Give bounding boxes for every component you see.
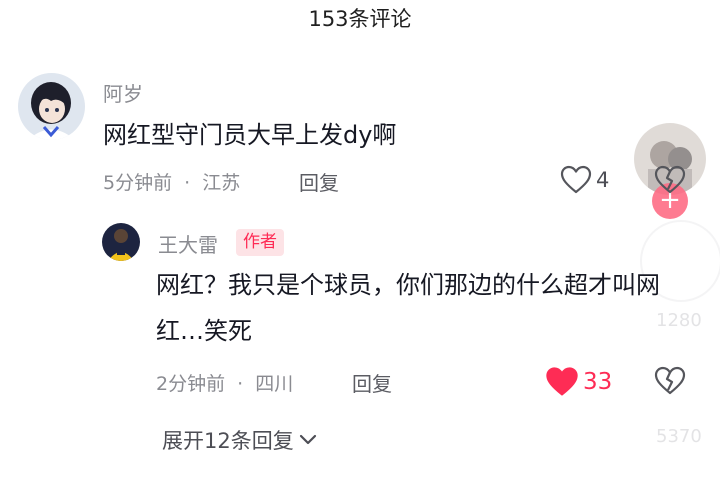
comments-header: 153条评论 [0, 0, 720, 40]
comment-text: 网红型守门员大早上发dy啊 [103, 121, 397, 149]
heart-filled-icon [546, 367, 578, 396]
heart-outline-icon [560, 165, 592, 194]
dislike-button[interactable] [654, 165, 686, 199]
like-button[interactable]: 4 [560, 165, 609, 195]
like-button-active[interactable]: 33 [545, 366, 612, 398]
commenter-username[interactable]: 阿岁 [103, 78, 143, 107]
meta-separator: · [237, 373, 244, 395]
author-avatar[interactable] [102, 223, 140, 261]
like-count: 33 [583, 369, 613, 395]
commenter-avatar[interactable] [18, 73, 85, 140]
reply-time: 2分钟前 [156, 373, 226, 395]
comment-count-title: 153条评论 [308, 7, 412, 31]
meta-separator: · [184, 172, 191, 194]
comment-time: 5分钟前 [103, 172, 173, 194]
reply-meta: 2分钟前 · 四川 [156, 369, 293, 396]
goalkeeper-avatar-icon [102, 223, 140, 261]
expand-replies-label: 展开12条回复 [162, 429, 294, 453]
ghost-count-bottom: 5370 [656, 426, 702, 447]
reply-location: 四川 [255, 373, 294, 395]
author-username[interactable]: 王大雷 [158, 229, 218, 258]
reply-button[interactable]: 回复 [299, 167, 339, 196]
dislike-button[interactable] [654, 366, 686, 400]
reply-button[interactable]: 回复 [352, 368, 392, 397]
broken-heart-icon [654, 366, 686, 395]
like-count: 4 [596, 168, 610, 192]
expand-replies-button[interactable]: 展开12条回复 [162, 425, 318, 455]
comment-meta: 5分钟前 · 江苏 [103, 168, 240, 195]
comment-location: 江苏 [202, 172, 241, 194]
reply-text: 网红？我只是个球员，你们那边的什么超才叫网红…笑死 [156, 271, 660, 345]
broken-heart-icon [654, 165, 686, 194]
chevron-down-icon [299, 434, 316, 445]
anime-boy-avatar-icon [18, 73, 85, 140]
author-badge: 作者 [236, 229, 284, 256]
